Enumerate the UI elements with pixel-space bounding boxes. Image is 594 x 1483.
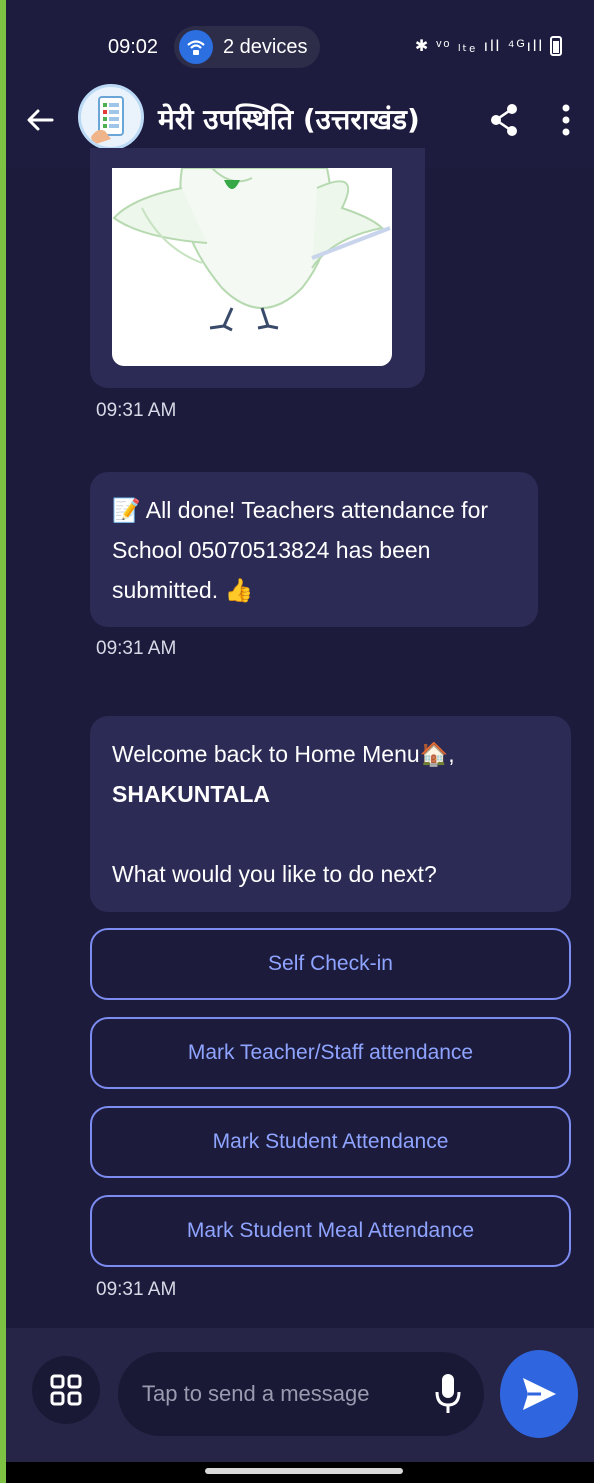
thumbs-up-icon: 👍	[224, 577, 254, 603]
home-indicator[interactable]	[205, 1468, 403, 1474]
navigation-bar	[6, 1462, 594, 1483]
image-message[interactable]	[90, 148, 425, 388]
prompt-text: What would you like to do next?	[112, 861, 437, 887]
menu-grid-button[interactable]	[32, 1356, 100, 1424]
status-time: 09:02	[108, 36, 159, 58]
message-timestamp: 09:31 AM	[96, 1279, 177, 1300]
status-bar: 09:02 2 devices ✱ ᵛᵒ ₗₜₑ ıll ⁴ᴳıll	[6, 0, 594, 88]
mark-student-attendance-button[interactable]: Mark Student Attendance	[90, 1106, 571, 1178]
send-icon	[523, 1378, 556, 1410]
share-icon[interactable]	[488, 102, 520, 138]
mark-student-meal-attendance-button[interactable]: Mark Student Meal Attendance	[90, 1195, 571, 1267]
microphone-icon[interactable]	[434, 1372, 462, 1416]
message-timestamp: 09:31 AM	[96, 400, 177, 421]
devices-pill[interactable]: 2 devices	[174, 26, 320, 68]
more-vertical-icon[interactable]	[556, 102, 576, 138]
message-timestamp: 09:31 AM	[96, 638, 177, 659]
memo-icon: 📝	[112, 497, 141, 523]
send-button[interactable]	[500, 1350, 578, 1438]
bluetooth-icon: ✱	[414, 38, 431, 55]
self-check-in-button[interactable]: Self Check-in	[90, 928, 571, 1000]
wifi-icon	[179, 30, 213, 64]
message-input-bar	[6, 1328, 594, 1462]
home-menu-message[interactable]: Welcome back to Home Menu🏠, SHAKUNTALA W…	[90, 716, 571, 912]
message-text: 📝 All done! Teachers attendance for Scho…	[112, 497, 489, 603]
chat-title: मेरी उपस्थिति (उत्तराखंड)	[158, 103, 420, 136]
owl-mascot-image[interactable]	[112, 168, 392, 366]
chat-area[interactable]: 09:31 AM 📝 All done! Teachers attendance…	[6, 148, 594, 1328]
system-icons: ✱ ᵛᵒ ₗₜₑ ıll ⁴ᴳıll	[415, 36, 562, 56]
battery-icon	[550, 36, 562, 56]
back-arrow-icon[interactable]	[22, 102, 58, 138]
user-name: SHAKUNTALA	[112, 781, 271, 807]
avatar[interactable]	[78, 84, 144, 150]
message-input[interactable]	[118, 1352, 484, 1436]
network-signal-icon: ᵛᵒ ₗₜₑ ıll ⁴ᴳıll	[436, 38, 544, 55]
submitted-message[interactable]: 📝 All done! Teachers attendance for Scho…	[90, 472, 538, 627]
grid-icon	[50, 1374, 82, 1406]
mark-teacher-staff-attendance-button[interactable]: Mark Teacher/Staff attendance	[90, 1017, 571, 1089]
welcome-text: Welcome back to Home Menu🏠,	[112, 741, 455, 767]
devices-label: 2 devices	[223, 35, 308, 58]
phone-screen: 09:02 2 devices ✱ ᵛᵒ ₗₜₑ ıll ⁴ᴳıll मेरी …	[6, 0, 594, 1483]
